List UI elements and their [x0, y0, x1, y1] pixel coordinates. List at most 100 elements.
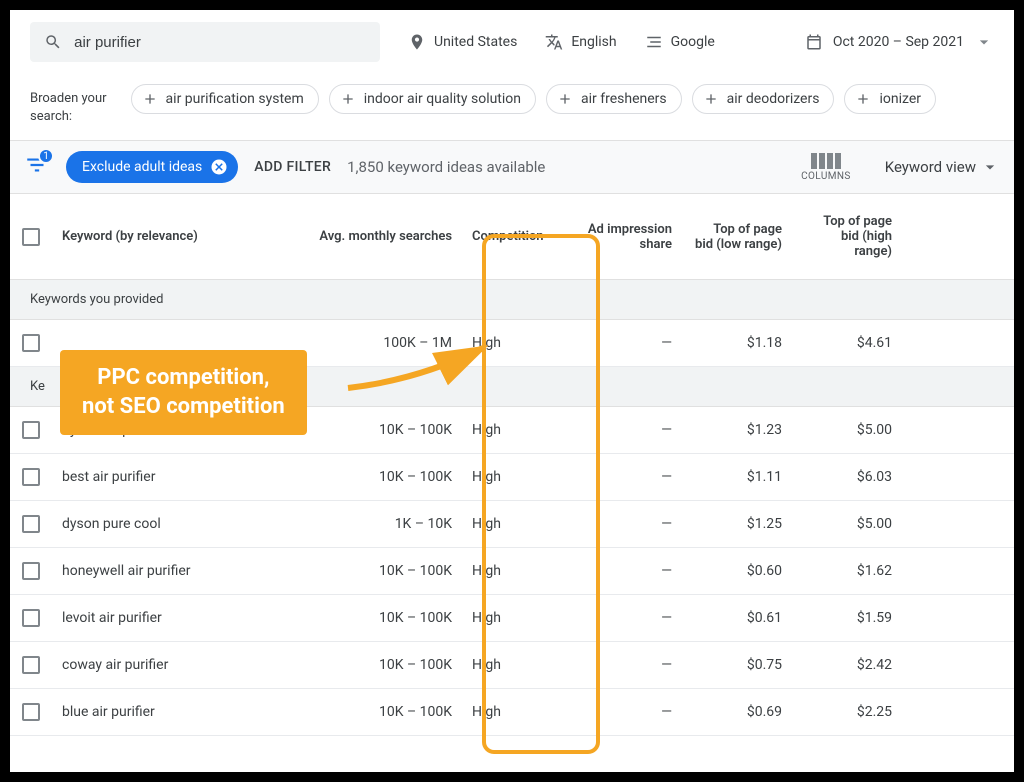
cell-keyword: honeywell air purifier: [52, 549, 302, 593]
col-ad-share[interactable]: Ad impression share: [572, 194, 682, 279]
table-row: honeywell air purifier 10K – 100K High —…: [10, 548, 1014, 595]
cell-bid-low: $1.11: [682, 455, 792, 499]
filter-bar: 1 Exclude adult ideas ADD FILTER 1,850 k…: [10, 141, 1014, 194]
col-competition[interactable]: Competition: [462, 194, 572, 279]
location-label: United States: [434, 34, 517, 50]
table-row: coway air purifier 10K – 100K High — $0.…: [10, 642, 1014, 689]
location-icon: [408, 33, 426, 51]
cell-competition: High: [462, 502, 572, 546]
cell-share: —: [572, 408, 682, 452]
cell-keyword: levoit air purifier: [52, 596, 302, 640]
cell-avg: 10K – 100K: [302, 408, 462, 452]
table-row: best air purifier 10K – 100K High — $1.1…: [10, 454, 1014, 501]
language-setting[interactable]: English: [545, 33, 616, 51]
add-filter-button[interactable]: ADD FILTER: [254, 159, 331, 175]
row-checkbox[interactable]: [22, 515, 40, 533]
row-checkbox[interactable]: [22, 334, 40, 352]
pill-label: Exclude adult ideas: [82, 159, 202, 175]
plus-icon: [340, 91, 356, 107]
keyword-view-toggle[interactable]: Keyword view: [885, 157, 1000, 177]
cell-competition: High: [462, 643, 572, 687]
broaden-label: Broaden your search:: [30, 84, 107, 126]
table-row: 100K – 1M High — $1.18 $4.61: [10, 320, 1014, 367]
cell-keyword: dyson air purifier: [52, 408, 302, 452]
network-icon: [645, 33, 663, 51]
broaden-chip[interactable]: air fresheners: [546, 84, 682, 114]
row-checkbox[interactable]: [22, 703, 40, 721]
search-box[interactable]: [30, 22, 380, 62]
cell-keyword: dyson pure cool: [52, 502, 302, 546]
cell-bid-low: $1.25: [682, 502, 792, 546]
cell-bid-high: $6.03: [792, 455, 902, 499]
cell-share: —: [572, 643, 682, 687]
cell-bid-high: $1.62: [792, 549, 902, 593]
broaden-chips: air purification system indoor air quali…: [131, 84, 936, 114]
col-bid-high[interactable]: Top of page bid (high range): [792, 194, 902, 279]
view-label: Keyword view: [885, 158, 976, 176]
cell-competition: High: [462, 408, 572, 452]
cell-avg: 100K – 1M: [302, 321, 462, 365]
select-all-checkbox[interactable]: [22, 228, 40, 246]
plus-icon: [855, 91, 871, 107]
cell-bid-high: $5.00: [792, 502, 902, 546]
date-range-picker[interactable]: Oct 2020 – Sep 2021: [805, 32, 994, 52]
keyword-planner-app: United States English Google Oct 2020 – …: [10, 10, 1014, 772]
filter-pill-exclude-adult[interactable]: Exclude adult ideas: [66, 151, 238, 183]
broaden-chip[interactable]: air deodorizers: [692, 84, 835, 114]
col-bid-low[interactable]: Top of page bid (low range): [682, 194, 792, 279]
cell-share: —: [572, 455, 682, 499]
chevron-down-icon: [974, 32, 994, 52]
cell-share: —: [572, 321, 682, 365]
broaden-chip[interactable]: ionizer: [844, 84, 936, 114]
row-checkbox[interactable]: [22, 421, 40, 439]
network-label: Google: [671, 34, 715, 50]
cell-bid-low: $0.69: [682, 690, 792, 734]
row-checkbox[interactable]: [22, 656, 40, 674]
keyword-table: Keyword (by relevance) Avg. monthly sear…: [10, 194, 1014, 736]
cell-competition: High: [462, 690, 572, 734]
cell-competition: High: [462, 455, 572, 499]
location-setting[interactable]: United States: [408, 33, 517, 51]
row-checkbox[interactable]: [22, 562, 40, 580]
close-icon[interactable]: [210, 158, 228, 176]
table-row: blue air purifier 10K – 100K High — $0.6…: [10, 689, 1014, 736]
cell-bid-low: $0.75: [682, 643, 792, 687]
top-bar: United States English Google Oct 2020 – …: [10, 10, 1014, 74]
plus-icon: [703, 91, 719, 107]
columns-button[interactable]: COLUMNS: [801, 153, 851, 182]
cell-competition: High: [462, 596, 572, 640]
cell-share: —: [572, 549, 682, 593]
cell-share: —: [572, 502, 682, 546]
cell-keyword: blue air purifier: [52, 690, 302, 734]
network-setting[interactable]: Google: [645, 33, 715, 51]
row-checkbox[interactable]: [22, 468, 40, 486]
filter-funnel[interactable]: 1: [24, 152, 50, 182]
broaden-chip[interactable]: indoor air quality solution: [329, 84, 536, 114]
chip-label: air fresheners: [581, 91, 667, 107]
section-provided: Keywords you provided: [10, 280, 1014, 320]
cell-avg: 10K – 100K: [302, 643, 462, 687]
col-avg-searches[interactable]: Avg. monthly searches: [302, 194, 462, 279]
plus-icon: [557, 91, 573, 107]
columns-icon: [801, 153, 851, 169]
cell-bid-high: $5.00: [792, 408, 902, 452]
cell-bid-low: $1.23: [682, 408, 792, 452]
cell-bid-high: $2.42: [792, 643, 902, 687]
cell-bid-high: $2.25: [792, 690, 902, 734]
cell-avg: 10K – 100K: [302, 549, 462, 593]
plus-icon: [142, 91, 158, 107]
table-row: levoit air purifier 10K – 100K High — $0…: [10, 595, 1014, 642]
date-range-label: Oct 2020 – Sep 2021: [833, 34, 964, 50]
col-keyword[interactable]: Keyword (by relevance): [52, 194, 302, 279]
search-input[interactable]: [74, 34, 366, 51]
cell-avg: 1K – 10K: [302, 502, 462, 546]
broaden-chip[interactable]: air purification system: [131, 84, 319, 114]
cell-avg: 10K – 100K: [302, 455, 462, 499]
translate-icon: [545, 33, 563, 51]
table-row: dyson air purifier 10K – 100K High — $1.…: [10, 407, 1014, 454]
cell-keyword: best air purifier: [52, 455, 302, 499]
row-checkbox[interactable]: [22, 609, 40, 627]
table-header: Keyword (by relevance) Avg. monthly sear…: [10, 194, 1014, 280]
columns-label: COLUMNS: [801, 171, 851, 182]
chevron-down-icon: [980, 157, 1000, 177]
